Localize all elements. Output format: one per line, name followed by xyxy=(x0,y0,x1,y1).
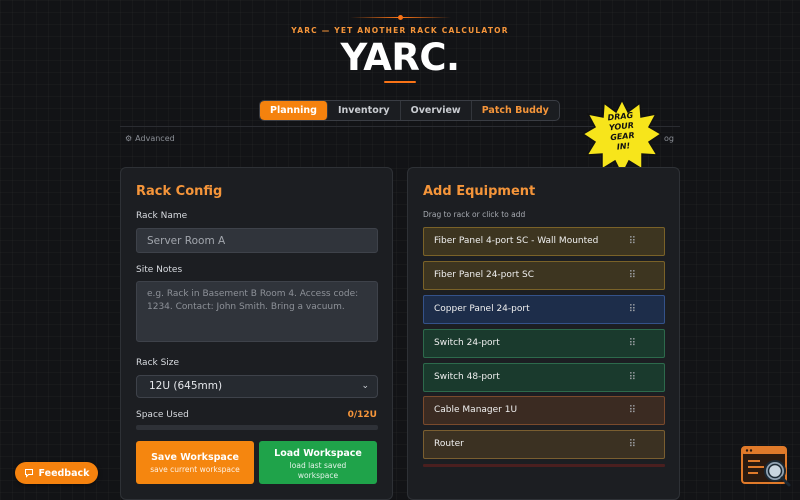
equipment-label: Switch 48-port xyxy=(434,371,500,382)
load-workspace-button[interactable]: Load Workspace load last saved workspace xyxy=(259,441,377,484)
equipment-label: Switch 24-port xyxy=(434,337,500,348)
space-used-value: 0/12U xyxy=(347,410,377,420)
load-workspace-label: Load Workspace xyxy=(274,448,362,459)
header-decoration xyxy=(0,15,800,20)
drag-handle-icon[interactable]: ⠿ xyxy=(629,364,636,391)
save-workspace-label: Save Workspace xyxy=(151,452,239,463)
starburst-text: DRAG YOUR GEAR IN! xyxy=(607,110,636,152)
advanced-label: Advanced xyxy=(135,134,175,143)
drag-handle-icon[interactable]: ⠿ xyxy=(629,431,636,458)
drag-handle-icon[interactable]: ⠿ xyxy=(629,228,636,255)
equipment-label: Cable Manager 1U xyxy=(434,405,518,416)
space-used-progress xyxy=(136,425,378,430)
save-workspace-sub: save current workspace xyxy=(150,465,240,474)
tab-overview[interactable]: Overview xyxy=(401,101,472,120)
equipment-item[interactable]: Copper Panel 24-port ⠿ xyxy=(423,294,665,324)
add-equipment-title: Add Equipment xyxy=(423,184,536,199)
app-subtitle: YARC — YET ANOTHER RACK CALCULATOR xyxy=(291,26,509,35)
chat-bubble-icon xyxy=(24,469,33,478)
tab-inventory[interactable]: Inventory xyxy=(328,101,401,120)
app-title: YARC. xyxy=(340,36,460,79)
rack-size-value: 12U (645mm) xyxy=(149,380,223,392)
add-equipment-hint: Drag to rack or click to add xyxy=(423,210,526,219)
tab-patch-buddy[interactable]: Patch Buddy xyxy=(472,101,559,120)
tab-planning[interactable]: Planning xyxy=(260,101,328,120)
feedback-label: Feedback xyxy=(38,467,90,479)
equipment-item[interactable]: Fiber Panel 24-port SC ⠿ xyxy=(423,260,665,290)
rack-name-label: Rack Name xyxy=(136,211,188,221)
drag-handle-icon[interactable]: ⠿ xyxy=(629,296,636,323)
feedback-button[interactable]: Feedback xyxy=(15,462,98,484)
chevron-down-icon: ⌄ xyxy=(361,381,369,391)
save-workspace-button[interactable]: Save Workspace save current workspace xyxy=(136,441,254,484)
log-link[interactable]: og xyxy=(664,134,674,143)
drag-handle-icon[interactable]: ⠿ xyxy=(629,262,636,289)
equipment-label: Router xyxy=(434,439,464,450)
space-used-label: Space Used xyxy=(136,410,189,420)
equipment-item-partial xyxy=(423,464,665,467)
load-workspace-sub: load last saved workspace xyxy=(289,461,347,480)
advanced-toggle[interactable]: ⚙ Advanced xyxy=(125,134,175,143)
equipment-item[interactable]: Router ⠿ xyxy=(423,430,665,460)
rack-size-select[interactable]: 12U (645mm) ⌄ xyxy=(136,375,378,398)
gear-icon: ⚙ xyxy=(125,134,133,143)
equipment-label: Copper Panel 24-port xyxy=(434,303,530,314)
rack-name-input[interactable] xyxy=(136,228,378,253)
equipment-item[interactable]: Cable Manager 1U ⠿ xyxy=(423,396,665,426)
equipment-label: Fiber Panel 24-port SC xyxy=(434,269,534,280)
rack-size-label: Rack Size xyxy=(136,358,180,368)
equipment-item[interactable]: Switch 48-port ⠿ xyxy=(423,362,665,392)
add-equipment-panel: Add Equipment Drag to rack or click to a… xyxy=(407,167,680,500)
main-tabs: Planning Inventory Overview Patch Buddy xyxy=(259,100,560,121)
drag-handle-icon[interactable]: ⠿ xyxy=(629,330,636,357)
site-notes-input[interactable] xyxy=(136,281,378,342)
search-list-icon[interactable] xyxy=(740,443,792,489)
equipment-item[interactable]: Switch 24-port ⠿ xyxy=(423,328,665,358)
equipment-list: Fiber Panel 4-port SC - Wall Mounted ⠿ F… xyxy=(423,227,665,464)
site-notes-label: Site Notes xyxy=(136,265,183,275)
rack-config-panel: Rack Config Rack Name Site Notes Rack Si… xyxy=(120,167,393,500)
equipment-label: Fiber Panel 4-port SC - Wall Mounted xyxy=(434,236,599,246)
title-underline xyxy=(384,81,416,83)
drag-handle-icon[interactable]: ⠿ xyxy=(629,397,636,424)
equipment-item[interactable]: Fiber Panel 4-port SC - Wall Mounted ⠿ xyxy=(423,227,665,256)
rack-config-title: Rack Config xyxy=(136,184,223,199)
